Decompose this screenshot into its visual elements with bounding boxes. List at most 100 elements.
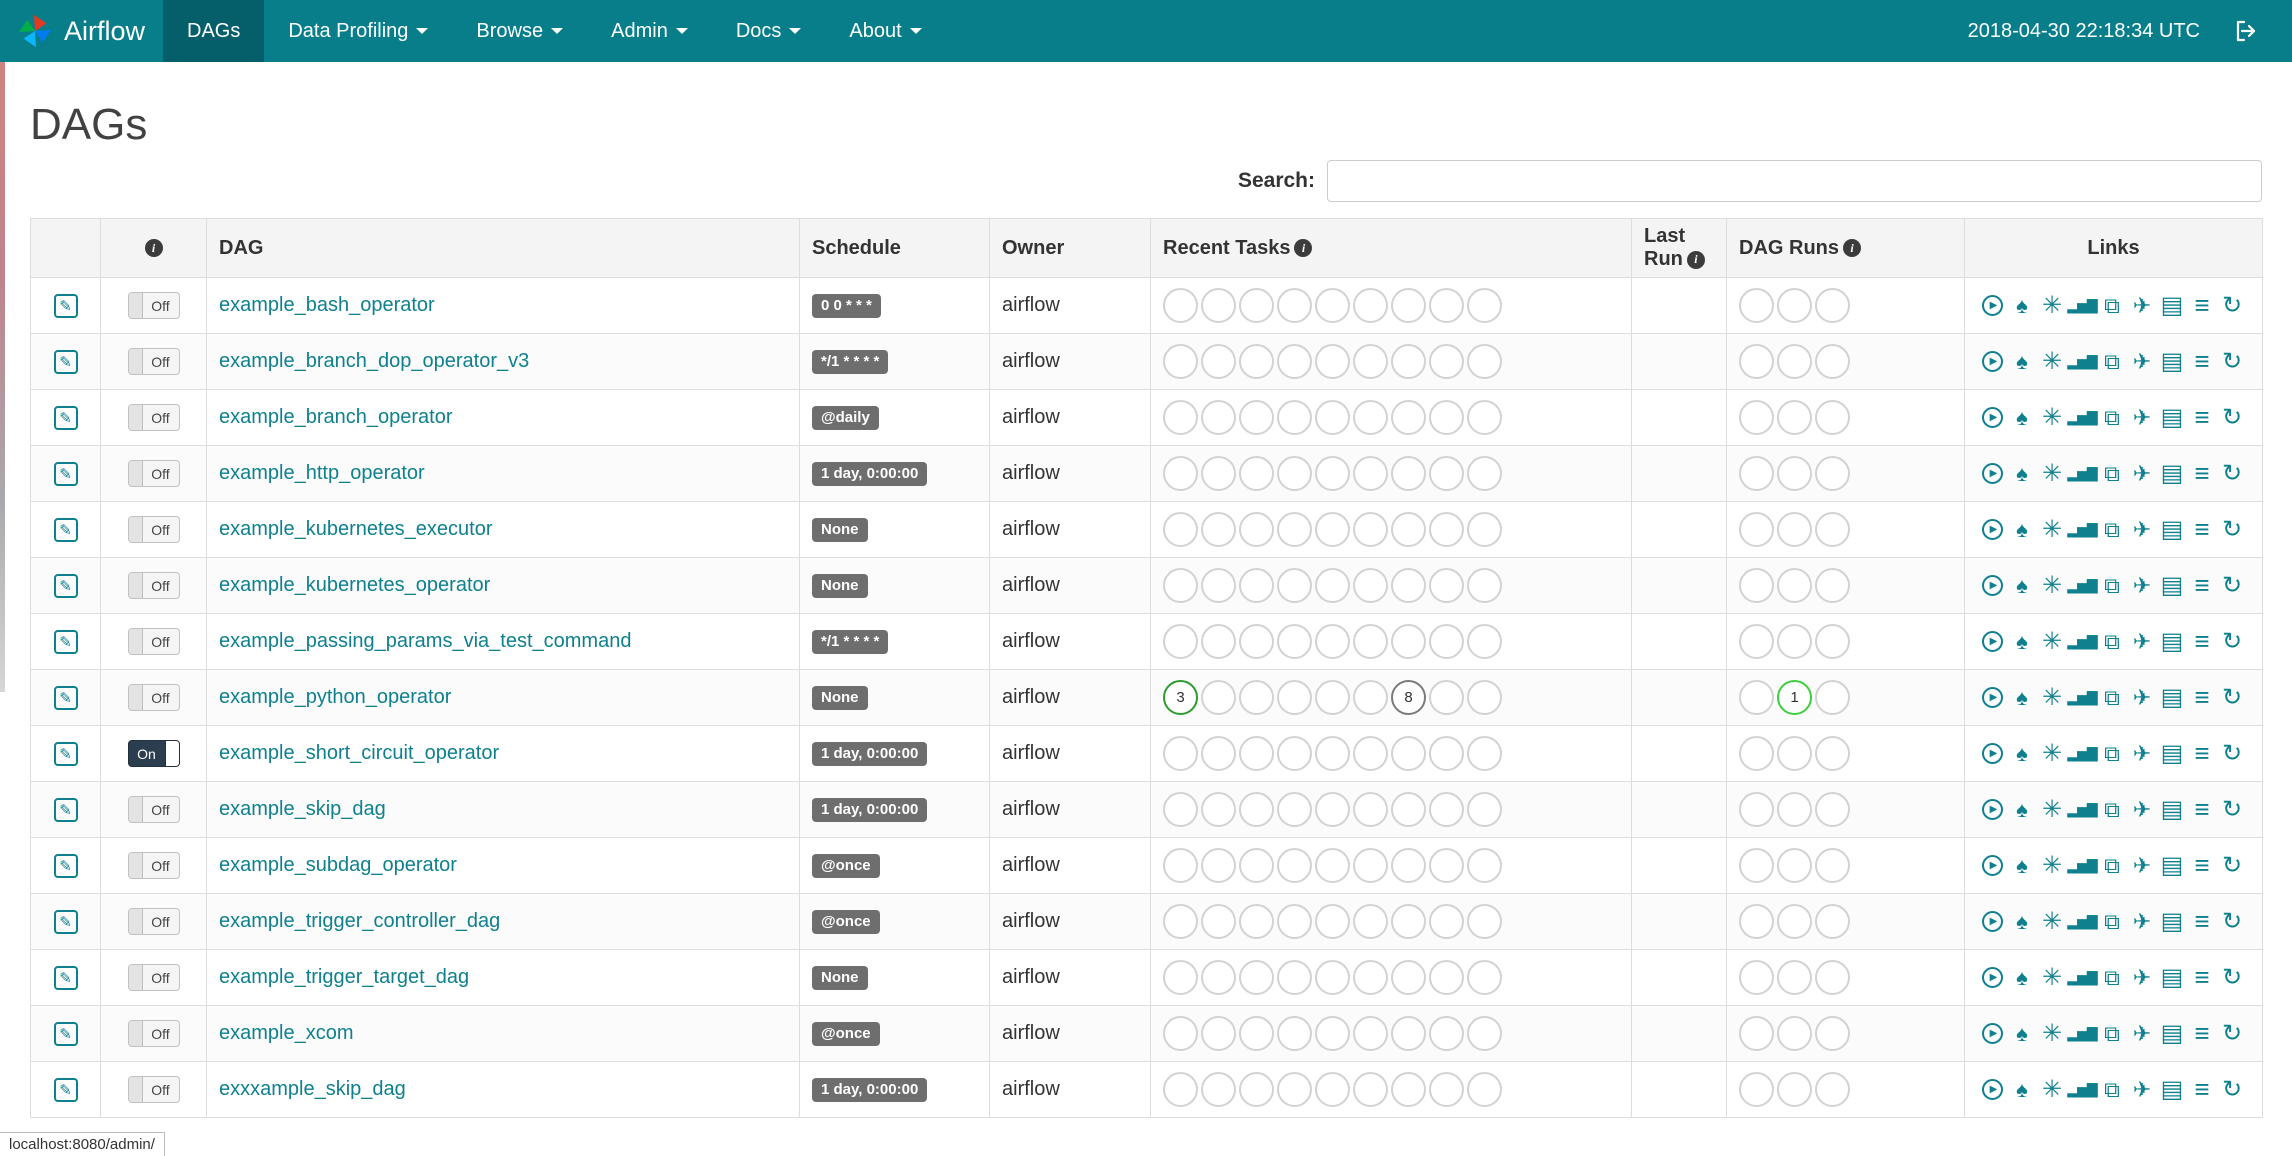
edit-dag-icon[interactable]: ✎ [53, 797, 78, 822]
dag-run-circle[interactable] [1777, 624, 1812, 659]
nav-item-docs[interactable]: Docs [712, 0, 826, 62]
edit-dag-icon[interactable]: ✎ [53, 853, 78, 878]
task-state-circle[interactable] [1467, 400, 1502, 435]
dag-run-circle[interactable] [1739, 792, 1774, 827]
gantt-icon[interactable]: ▤ [2158, 796, 2186, 824]
task-state-circle[interactable] [1163, 792, 1198, 827]
pause-toggle[interactable]: Off [127, 292, 180, 319]
gantt-icon[interactable]: ▤ [2158, 516, 2186, 544]
dag-run-circle[interactable] [1739, 904, 1774, 939]
task-state-circle[interactable] [1353, 848, 1388, 883]
task-tries-icon[interactable]: ⧉ [2098, 1020, 2126, 1048]
dag-run-circle[interactable] [1815, 568, 1850, 603]
code-icon[interactable]: ≡ [2188, 570, 2216, 600]
gantt-icon[interactable]: ▤ [2158, 1076, 2186, 1104]
dag-run-circle[interactable] [1815, 512, 1850, 547]
task-state-circle[interactable] [1429, 904, 1464, 939]
trigger-dag-icon[interactable]: ▶ [1982, 463, 2003, 484]
schedule-badge[interactable]: 1 day, 0:00:00 [812, 1077, 928, 1103]
task-tries-icon[interactable]: ⧉ [2098, 964, 2126, 992]
task-state-circle[interactable] [1163, 1072, 1198, 1107]
dag-link[interactable]: example_python_operator [219, 686, 451, 708]
edit-dag-icon[interactable]: ✎ [53, 1021, 78, 1046]
task-tries-icon[interactable]: ⧉ [2098, 684, 2126, 712]
schedule-badge[interactable]: 1 day, 0:00:00 [812, 797, 928, 823]
task-state-circle[interactable] [1315, 288, 1350, 323]
schedule-badge[interactable]: None [812, 685, 868, 711]
task-tries-icon[interactable]: ⧉ [2098, 796, 2126, 824]
gantt-icon[interactable]: ▤ [2158, 740, 2186, 768]
task-state-circle[interactable] [1201, 680, 1236, 715]
nav-item-about[interactable]: About [825, 0, 945, 62]
dag-link[interactable]: example_subdag_operator [219, 854, 457, 876]
refresh-icon[interactable]: ↻ [2218, 740, 2246, 768]
task-state-circle[interactable] [1315, 1072, 1350, 1107]
edit-dag-icon[interactable]: ✎ [53, 741, 78, 766]
edit-dag-icon[interactable]: ✎ [53, 629, 78, 654]
refresh-icon[interactable]: ↻ [2218, 460, 2246, 488]
dag-run-circle[interactable] [1777, 568, 1812, 603]
task-state-circle[interactable] [1429, 1072, 1464, 1107]
task-state-circle[interactable] [1353, 456, 1388, 491]
task-state-circle[interactable] [1201, 792, 1236, 827]
dag-link[interactable]: example_http_operator [219, 462, 425, 484]
task-state-circle[interactable] [1163, 624, 1198, 659]
tree-view-icon[interactable]: ♠ [2008, 460, 2036, 488]
refresh-icon[interactable]: ↻ [2218, 292, 2246, 320]
tree-view-icon[interactable]: ♠ [2008, 852, 2036, 880]
gantt-icon[interactable]: ▤ [2158, 852, 2186, 880]
task-state-circle[interactable] [1201, 512, 1236, 547]
task-state-circle[interactable] [1353, 344, 1388, 379]
dag-run-circle[interactable] [1739, 344, 1774, 379]
dag-run-circle[interactable] [1815, 400, 1850, 435]
edit-dag-icon[interactable]: ✎ [53, 909, 78, 934]
dag-link[interactable]: example_branch_dop_operator_v3 [219, 350, 529, 372]
graph-view-icon[interactable]: ✳ [2038, 852, 2066, 880]
task-duration-icon[interactable]: ▂▅▇ [2067, 348, 2097, 376]
code-icon[interactable]: ≡ [2188, 906, 2216, 936]
graph-view-icon[interactable]: ✳ [2038, 1076, 2066, 1104]
pause-toggle[interactable]: Off [127, 908, 180, 935]
task-duration-icon[interactable]: ▂▅▇ [2067, 292, 2097, 320]
dag-link[interactable]: example_kubernetes_operator [219, 574, 490, 596]
task-state-circle[interactable] [1391, 512, 1426, 547]
task-tries-icon[interactable]: ⧉ [2098, 1076, 2126, 1104]
gantt-icon[interactable]: ▤ [2158, 572, 2186, 600]
task-state-circle[interactable] [1467, 960, 1502, 995]
task-state-circle[interactable] [1277, 960, 1312, 995]
landing-times-icon[interactable]: ✈ [2128, 908, 2156, 936]
dag-run-circle[interactable] [1815, 1072, 1850, 1107]
dag-run-circle[interactable] [1815, 344, 1850, 379]
task-state-circle[interactable] [1201, 400, 1236, 435]
dag-link[interactable]: example_trigger_controller_dag [219, 910, 500, 932]
task-state-circle[interactable] [1239, 344, 1274, 379]
task-state-circle[interactable] [1277, 568, 1312, 603]
task-state-circle[interactable] [1239, 400, 1274, 435]
task-state-circle[interactable] [1163, 1016, 1198, 1051]
task-duration-icon[interactable]: ▂▅▇ [2067, 740, 2097, 768]
graph-view-icon[interactable]: ✳ [2038, 796, 2066, 824]
task-tries-icon[interactable]: ⧉ [2098, 348, 2126, 376]
refresh-icon[interactable]: ↻ [2218, 852, 2246, 880]
task-tries-icon[interactable]: ⧉ [2098, 460, 2126, 488]
tree-view-icon[interactable]: ♠ [2008, 516, 2036, 544]
task-state-circle[interactable] [1429, 792, 1464, 827]
graph-view-icon[interactable]: ✳ [2038, 516, 2066, 544]
task-state-circle[interactable] [1391, 904, 1426, 939]
task-state-circle[interactable] [1353, 512, 1388, 547]
task-state-circle[interactable] [1391, 568, 1426, 603]
trigger-dag-icon[interactable]: ▶ [1982, 631, 2003, 652]
tree-view-icon[interactable]: ♠ [2008, 684, 2036, 712]
task-state-circle[interactable] [1467, 736, 1502, 771]
task-state-circle[interactable] [1429, 288, 1464, 323]
pause-toggle[interactable]: Off [127, 404, 180, 431]
task-state-circle[interactable] [1239, 624, 1274, 659]
task-state-circle[interactable] [1239, 848, 1274, 883]
task-state-circle[interactable] [1201, 288, 1236, 323]
dag-run-circle[interactable] [1777, 344, 1812, 379]
task-tries-icon[interactable]: ⧉ [2098, 516, 2126, 544]
dag-run-circle[interactable] [1739, 960, 1774, 995]
task-state-circle[interactable] [1201, 736, 1236, 771]
dag-run-circle[interactable] [1815, 736, 1850, 771]
task-state-circle[interactable] [1353, 680, 1388, 715]
